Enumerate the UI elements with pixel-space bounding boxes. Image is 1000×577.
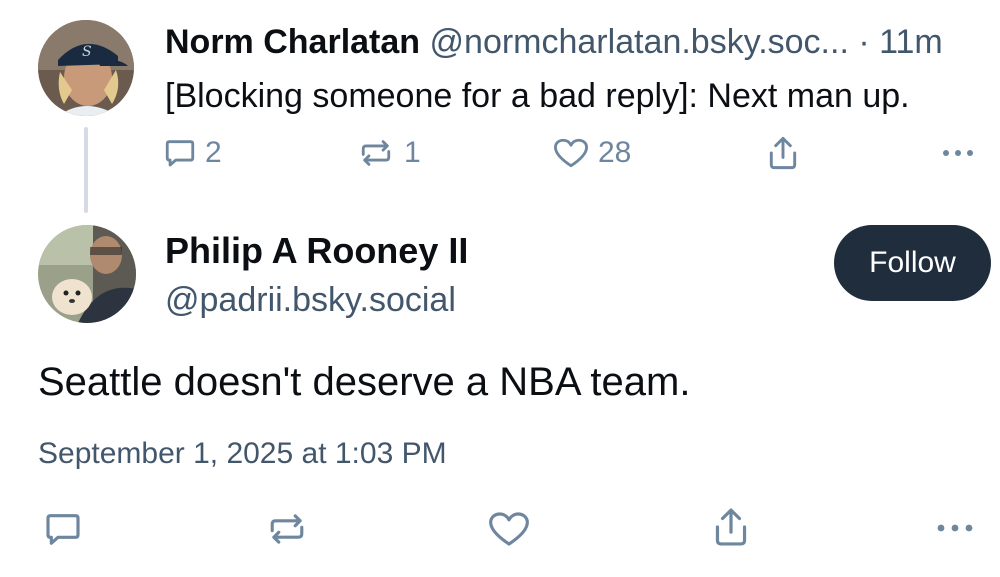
parent-repost-count: 1: [404, 136, 421, 169]
reply-more-button[interactable]: [932, 513, 978, 543]
man-with-dog-avatar: [38, 225, 136, 323]
share-icon: [715, 508, 747, 546]
parent-repost-button[interactable]: 1: [356, 136, 421, 170]
repost-icon: [361, 140, 391, 166]
parent-separator: ·: [858, 23, 870, 61]
parent-timestamp[interactable]: 11m: [879, 23, 943, 61]
parent-like-count: 28: [598, 136, 632, 169]
seattle-mariners-player-avatar: S: [38, 20, 134, 116]
reply-like-button[interactable]: [486, 509, 532, 549]
parent-post-header: Norm Charlatan @normcharlatan.bsky.soc..…: [165, 22, 943, 62]
parent-reply-count: 2: [205, 136, 222, 169]
parent-share-button[interactable]: [765, 134, 801, 172]
reply-post-date: September 1, 2025 at 1:03 PM: [38, 437, 447, 470]
parent-author-name[interactable]: Norm Charlatan: [165, 23, 420, 61]
reply-icon: [165, 140, 195, 167]
reply-author-handle[interactable]: @padrii.bsky.social: [165, 280, 456, 320]
heart-icon: [489, 512, 529, 546]
more-options-icon: [937, 524, 973, 532]
repost-icon: [270, 514, 304, 544]
parent-like-button[interactable]: 28: [552, 136, 631, 170]
follow-button[interactable]: Follow: [834, 225, 991, 301]
reply-icon: [46, 514, 80, 545]
reply-post-text: Seattle doesn't deserve a NBA team.: [38, 360, 691, 404]
parent-reply-button[interactable]: 2: [163, 136, 222, 170]
parent-author-handle[interactable]: @normcharlatan.bsky.soc...: [430, 23, 849, 61]
parent-post-text: [Blocking someone for a bad reply]: Next…: [165, 77, 910, 115]
reply-reply-button[interactable]: [42, 509, 84, 549]
reply-repost-button[interactable]: [264, 509, 310, 549]
reply-author-name[interactable]: Philip A Rooney II: [165, 230, 468, 272]
reply-action-bar: [0, 505, 1000, 551]
more-options-icon: [943, 150, 973, 156]
heart-icon: [554, 138, 588, 168]
parent-more-button[interactable]: [938, 138, 978, 168]
svg-text:S: S: [82, 44, 92, 60]
reply-share-button[interactable]: [710, 505, 752, 549]
reply-author-avatar[interactable]: [38, 225, 136, 323]
parent-author-avatar[interactable]: S: [38, 20, 134, 116]
parent-action-bar: 2 1 28: [0, 134, 1000, 174]
share-icon: [769, 136, 797, 170]
